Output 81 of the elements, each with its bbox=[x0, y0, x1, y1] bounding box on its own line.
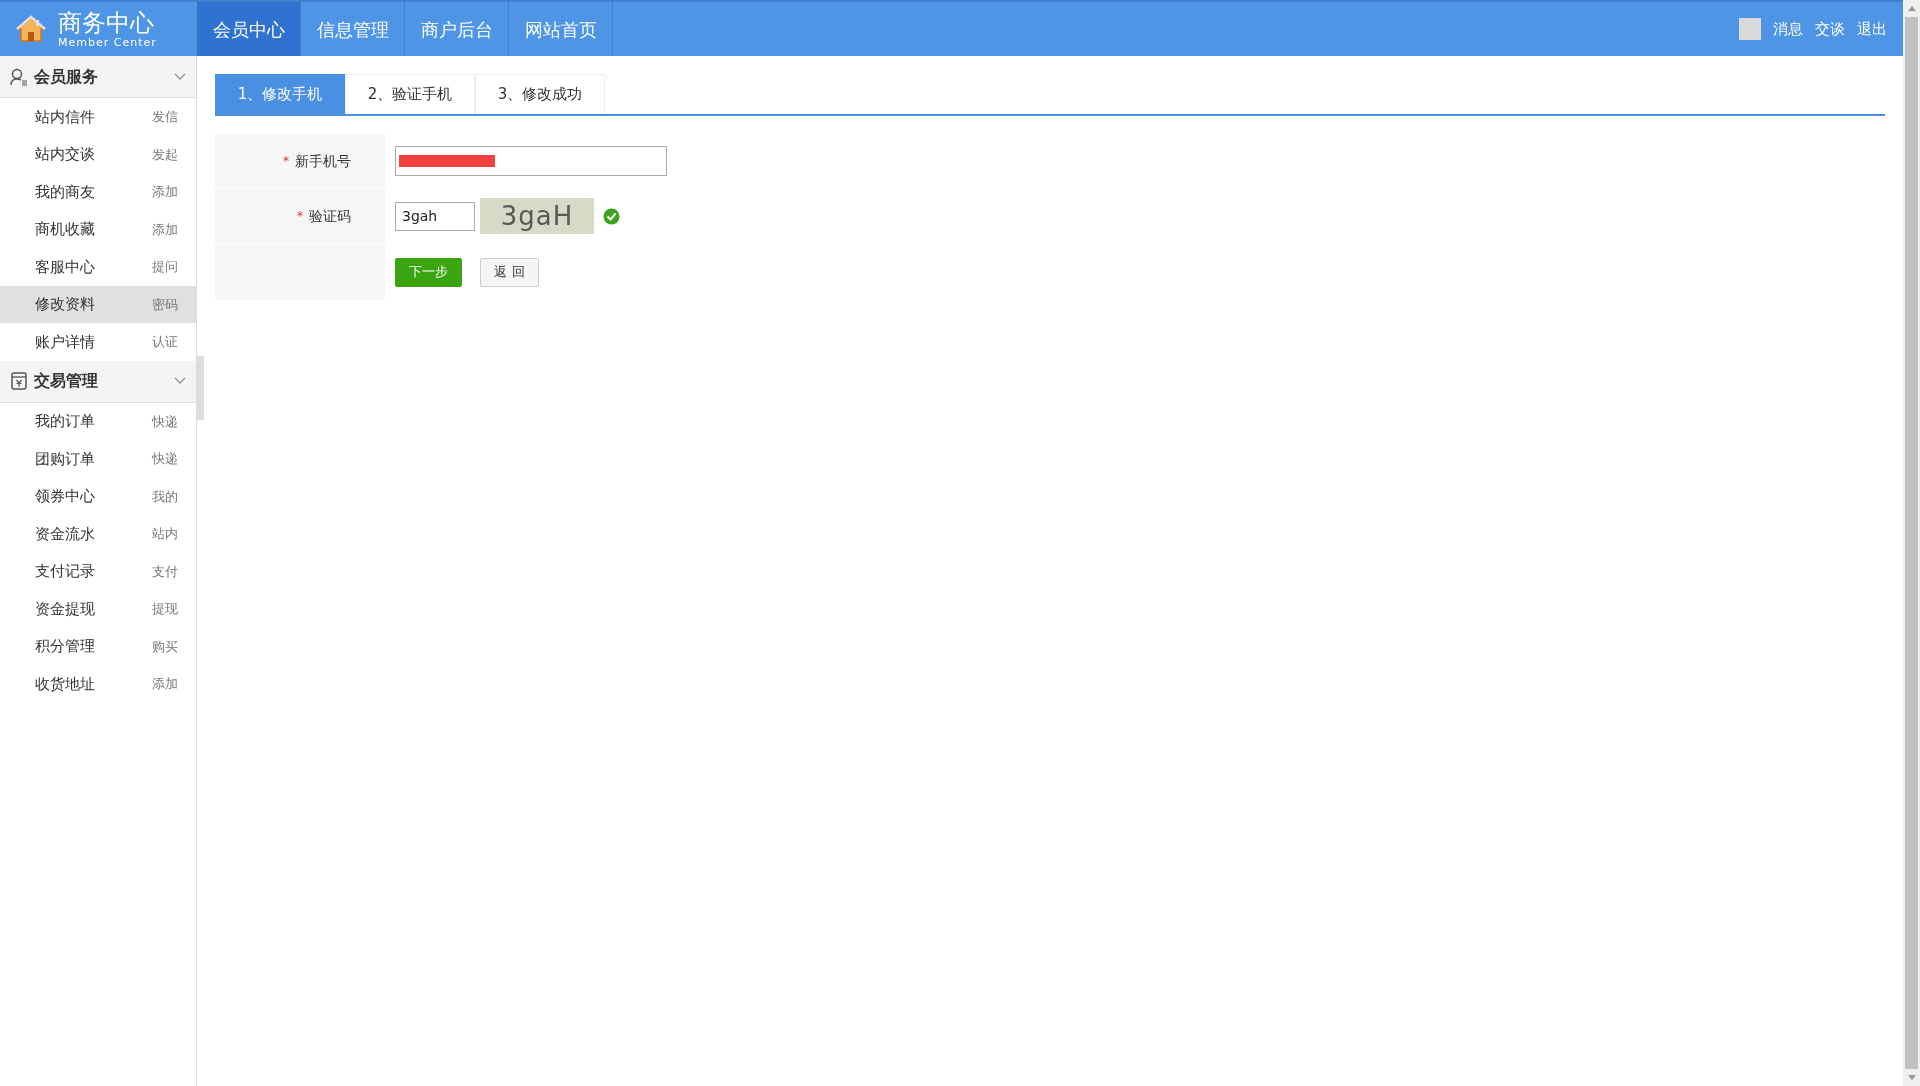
item-label: 支付记录 bbox=[35, 561, 96, 582]
sidebar-item[interactable]: 商机收藏 添加 bbox=[0, 210, 196, 248]
item-label: 团购订单 bbox=[35, 448, 96, 470]
item-action-link[interactable]: 提现 bbox=[152, 599, 178, 619]
item-action-link[interactable]: 添加 bbox=[152, 182, 178, 202]
sidebar-item[interactable]: 我的订单 快递 bbox=[0, 402, 196, 440]
item-label: 修改资料 bbox=[35, 294, 96, 315]
item-label: 我的商友 bbox=[35, 181, 96, 203]
logo-subtitle: Member Center bbox=[58, 36, 157, 48]
sidebar-item[interactable]: 领券中心 我的 bbox=[0, 477, 196, 515]
collapse-handle[interactable] bbox=[196, 356, 204, 420]
header-link[interactable]: 消息 bbox=[1773, 17, 1803, 41]
sidebar-item[interactable]: 收货地址 添加 bbox=[0, 665, 196, 703]
field-label: 验证码 bbox=[309, 206, 351, 226]
sidebar-item[interactable]: 积分管理 购买 bbox=[0, 627, 196, 665]
sidebar-item[interactable]: 站内交谈 发起 bbox=[0, 135, 196, 173]
item-action-link[interactable]: 购买 bbox=[152, 636, 178, 656]
sidebar-item[interactable]: 我的商友 添加 bbox=[0, 173, 196, 211]
nav-tab[interactable]: 信息管理 bbox=[301, 2, 405, 56]
item-action-link[interactable]: 我的 bbox=[152, 486, 178, 506]
item-action-link[interactable]: 站内 bbox=[152, 524, 178, 544]
item-label: 收货地址 bbox=[35, 673, 96, 695]
item-action-link[interactable]: 发起 bbox=[152, 144, 178, 164]
item-label: 客服中心 bbox=[35, 256, 96, 278]
item-action-link[interactable]: 添加 bbox=[152, 674, 178, 694]
step-tab[interactable]: 2、验证手机 bbox=[345, 74, 475, 114]
item-action-link[interactable]: 快递 bbox=[152, 411, 178, 431]
item-label: 领券中心 bbox=[35, 486, 96, 507]
step-tab[interactable]: 3、修改成功 bbox=[475, 74, 605, 114]
cash-box-icon bbox=[10, 372, 28, 390]
item-action-link[interactable]: 发信 bbox=[152, 107, 178, 127]
logo-title: 商务中心 bbox=[58, 10, 155, 35]
nav-tab[interactable]: 商户后台 bbox=[405, 2, 509, 56]
sidebar-item[interactable]: 客服中心 提问 bbox=[0, 248, 196, 286]
scroll-down-arrow-icon[interactable] bbox=[1907, 1075, 1916, 1080]
item-action-link[interactable]: 支付 bbox=[152, 561, 178, 581]
scrollbar[interactable] bbox=[1903, 0, 1920, 1086]
item-label: 商机收藏 bbox=[35, 219, 96, 240]
next-button[interactable]: 下一步 bbox=[395, 257, 462, 287]
chevron-icon[interactable] bbox=[174, 72, 186, 81]
user-icon bbox=[10, 67, 28, 86]
item-label: 积分管理 bbox=[35, 636, 96, 657]
avatar-placeholder bbox=[1739, 18, 1761, 40]
item-action-link[interactable]: 提问 bbox=[152, 257, 178, 277]
nav-tab[interactable]: 会员中心 bbox=[197, 2, 301, 56]
header-link[interactable]: 退出 bbox=[1857, 17, 1887, 41]
sidebar-item[interactable]: 站内信件 发信 bbox=[0, 98, 196, 136]
sidebar-item[interactable]: 资金提现 提现 bbox=[0, 590, 196, 628]
scrollbar-thumb[interactable] bbox=[1905, 17, 1918, 1069]
sidebar-item[interactable]: 账户详情 认证 bbox=[0, 323, 196, 361]
section-header[interactable]: 会员服务 bbox=[0, 56, 196, 98]
item-action-link[interactable]: 快递 bbox=[152, 449, 178, 469]
chevron-icon[interactable] bbox=[174, 377, 186, 385]
item-action-link[interactable]: 密码 bbox=[152, 294, 178, 314]
item-label: 资金流水 bbox=[35, 523, 96, 545]
item-label: 站内交谈 bbox=[35, 144, 96, 165]
item-action-link[interactable]: 认证 bbox=[152, 332, 178, 352]
scroll-up-arrow-icon[interactable] bbox=[1907, 6, 1916, 11]
sidebar-item[interactable]: 团购订单 快递 bbox=[0, 440, 196, 478]
sidebar-item[interactable]: 支付记录 支付 bbox=[0, 552, 196, 590]
header-link[interactable]: 交谈 bbox=[1815, 17, 1845, 41]
required-mark: * bbox=[283, 153, 289, 170]
item-label: 账户详情 bbox=[35, 331, 96, 353]
house-icon bbox=[16, 15, 46, 43]
back-button[interactable]: 返 回 bbox=[480, 257, 539, 287]
phone-input-field[interactable] bbox=[395, 146, 667, 176]
required-mark: * bbox=[297, 208, 303, 225]
item-label: 站内信件 bbox=[35, 106, 96, 128]
item-label: 我的订单 bbox=[35, 411, 96, 432]
item-action-link[interactable]: 添加 bbox=[152, 219, 178, 239]
section-title: 会员服务 bbox=[34, 65, 99, 88]
nav-tab[interactable]: 网站首页 bbox=[509, 2, 613, 56]
captcha-input-field[interactable]: 3gah bbox=[395, 201, 475, 231]
sidebar-item[interactable]: 资金流水 站内 bbox=[0, 515, 196, 553]
step-tab[interactable]: 1、修改手机 bbox=[215, 74, 345, 114]
section-title: 交易管理 bbox=[34, 370, 99, 392]
captcha-image: 3gaH bbox=[480, 198, 594, 234]
section-header[interactable]: 交易管理 bbox=[0, 360, 196, 403]
field-label: 新手机号 bbox=[295, 151, 351, 171]
sidebar-item[interactable]: 修改资料 密码 bbox=[0, 285, 196, 323]
item-label: 资金提现 bbox=[35, 598, 96, 620]
